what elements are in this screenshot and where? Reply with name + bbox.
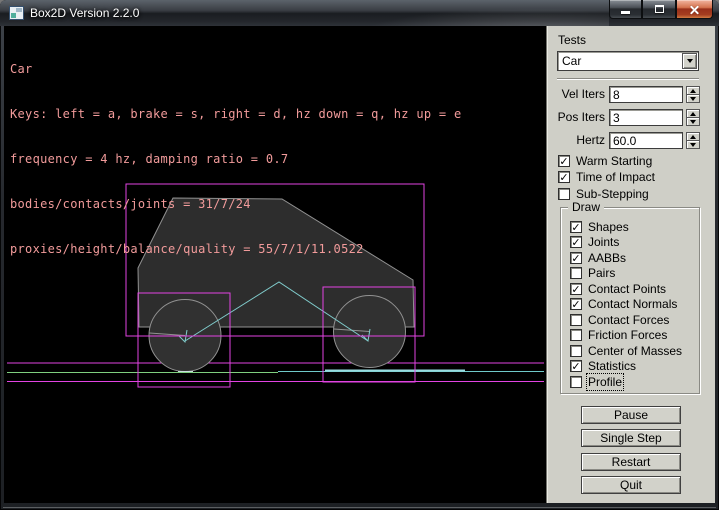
spinner-down-button[interactable] — [686, 95, 700, 103]
checkbox-contact-normals[interactable]: ✓ Contact Normals — [570, 297, 677, 311]
arrow-down-icon — [690, 143, 696, 147]
checkbox-label: Joints — [588, 235, 619, 249]
pos-iters-row: Pos Iters 3 — [549, 109, 709, 126]
pause-button[interactable]: Pause — [581, 406, 681, 424]
checkbox-label: Shapes — [588, 220, 629, 234]
hertz-spinner[interactable] — [686, 132, 700, 149]
restart-button[interactable]: Restart — [581, 453, 681, 471]
checkbox-label: Center of Masses — [588, 344, 682, 358]
minimize-icon — [621, 11, 630, 14]
checkbox-box: ✓ — [570, 298, 582, 310]
checkbox-sub-stepping[interactable]: Sub-Stepping — [558, 187, 649, 201]
checkbox-label: Contact Forces — [588, 313, 669, 327]
checkbox-box: ✓ — [570, 283, 582, 295]
maximize-button[interactable] — [642, 0, 676, 19]
checkbox-warm-starting[interactable]: ✓ Warm Starting — [558, 154, 652, 168]
test-title: Car — [10, 62, 461, 77]
checkbox-contact-forces[interactable]: Contact Forces — [570, 313, 669, 327]
arrow-up-icon — [690, 135, 696, 139]
checkbox-box — [570, 267, 582, 279]
quit-button[interactable]: Quit — [581, 476, 681, 494]
app-window: Box2D Version 2.2.0 — [0, 0, 719, 510]
spinner-down-button[interactable] — [686, 118, 700, 126]
hertz-row: Hertz 60.0 — [549, 132, 709, 149]
arrow-up-icon — [690, 112, 696, 116]
hertz-label: Hertz — [549, 132, 609, 149]
checkbox-label: Time of Impact — [576, 170, 655, 184]
checkbox-joints[interactable]: ✓ Joints — [570, 235, 619, 249]
app-icon — [9, 6, 24, 20]
close-button[interactable] — [676, 0, 713, 19]
checkbox-label: Profile — [588, 375, 622, 389]
pos-iters-input[interactable]: 3 — [609, 109, 683, 126]
checkbox-contact-points[interactable]: ✓ Contact Points — [570, 282, 666, 296]
vel-iters-spinner[interactable] — [686, 86, 700, 103]
checkbox-shapes[interactable]: ✓ Shapes — [570, 220, 629, 234]
pos-iters-spinner[interactable] — [686, 109, 700, 126]
arrow-down-icon — [690, 120, 696, 124]
checkbox-box — [570, 314, 582, 326]
checkbox-box — [570, 329, 582, 341]
checkbox-label: AABBs — [588, 251, 626, 265]
checkbox-label: Contact Normals — [588, 297, 677, 311]
draw-group-label: Draw — [568, 200, 604, 214]
checkbox-label: Friction Forces — [588, 328, 667, 342]
arrow-down-icon — [690, 97, 696, 101]
stats-line: bodies/contacts/joints = 31/7/24 — [10, 197, 461, 212]
spinner-down-button[interactable] — [686, 141, 700, 149]
checkbox-box — [570, 345, 582, 357]
checkbox-label: Contact Points — [588, 282, 666, 296]
checkbox-box — [558, 188, 570, 200]
client-area: Car Keys: left = a, brake = s, right = d… — [4, 26, 715, 503]
checkbox-pairs[interactable]: Pairs — [570, 266, 615, 280]
proxies-line: proxies/height/balance/quality = 55/7/1/… — [10, 242, 461, 257]
spinner-up-button[interactable] — [686, 109, 700, 118]
frequency-line: frequency = 4 hz, damping ratio = 0.7 — [10, 152, 461, 167]
checkbox-friction-forces[interactable]: Friction Forces — [570, 328, 667, 342]
checkbox-profile[interactable]: Profile — [570, 375, 622, 389]
checkbox-box: ✓ — [570, 221, 582, 233]
separator — [557, 78, 699, 80]
keys-help-line: Keys: left = a, brake = s, right = d, hz… — [10, 107, 461, 122]
chevron-down-icon — [687, 59, 693, 63]
close-icon — [689, 4, 700, 15]
tests-dropdown-button[interactable] — [682, 53, 697, 69]
control-panel: Tests Car Vel Iters 8 Pos Iters 3 — [546, 26, 715, 503]
vel-iters-input[interactable]: 8 — [609, 86, 683, 103]
checkbox-box: ✓ — [558, 155, 570, 167]
tests-dropdown[interactable]: Car — [557, 51, 699, 71]
checkbox-box — [570, 376, 582, 388]
checkbox-box: ✓ — [570, 252, 582, 264]
spinner-up-button[interactable] — [686, 132, 700, 141]
tests-dropdown-value: Car — [558, 54, 682, 68]
debug-text: Car Keys: left = a, brake = s, right = d… — [10, 32, 461, 287]
maximize-icon — [655, 5, 664, 13]
pos-iters-label: Pos Iters — [549, 109, 609, 126]
arrow-up-icon — [690, 89, 696, 93]
vel-iters-row: Vel Iters 8 — [549, 86, 709, 103]
checkbox-statistics[interactable]: ✓ Statistics — [570, 359, 636, 373]
checkbox-label: Statistics — [588, 359, 636, 373]
checkbox-center-of-masses[interactable]: Center of Masses — [570, 344, 682, 358]
simulation-canvas[interactable]: Car Keys: left = a, brake = s, right = d… — [4, 26, 546, 503]
minimize-button[interactable] — [609, 0, 642, 19]
checkbox-aabbs[interactable]: ✓ AABBs — [570, 251, 626, 265]
checkbox-box: ✓ — [570, 236, 582, 248]
checkbox-box: ✓ — [570, 360, 582, 372]
checkbox-label: Pairs — [588, 266, 615, 280]
titlebar[interactable]: Box2D Version 2.2.0 — [0, 0, 719, 26]
vel-iters-label: Vel Iters — [549, 86, 609, 103]
caption-buttons — [609, 0, 713, 19]
window-title: Box2D Version 2.2.0 — [30, 6, 139, 20]
single-step-button[interactable]: Single Step — [581, 429, 681, 447]
spinner-up-button[interactable] — [686, 86, 700, 95]
checkbox-label: Sub-Stepping — [576, 187, 649, 201]
hertz-input[interactable]: 60.0 — [609, 132, 683, 149]
checkbox-box: ✓ — [558, 171, 570, 183]
checkbox-label: Warm Starting — [576, 154, 652, 168]
tests-label: Tests — [558, 33, 586, 47]
checkbox-time-of-impact[interactable]: ✓ Time of Impact — [558, 170, 655, 184]
